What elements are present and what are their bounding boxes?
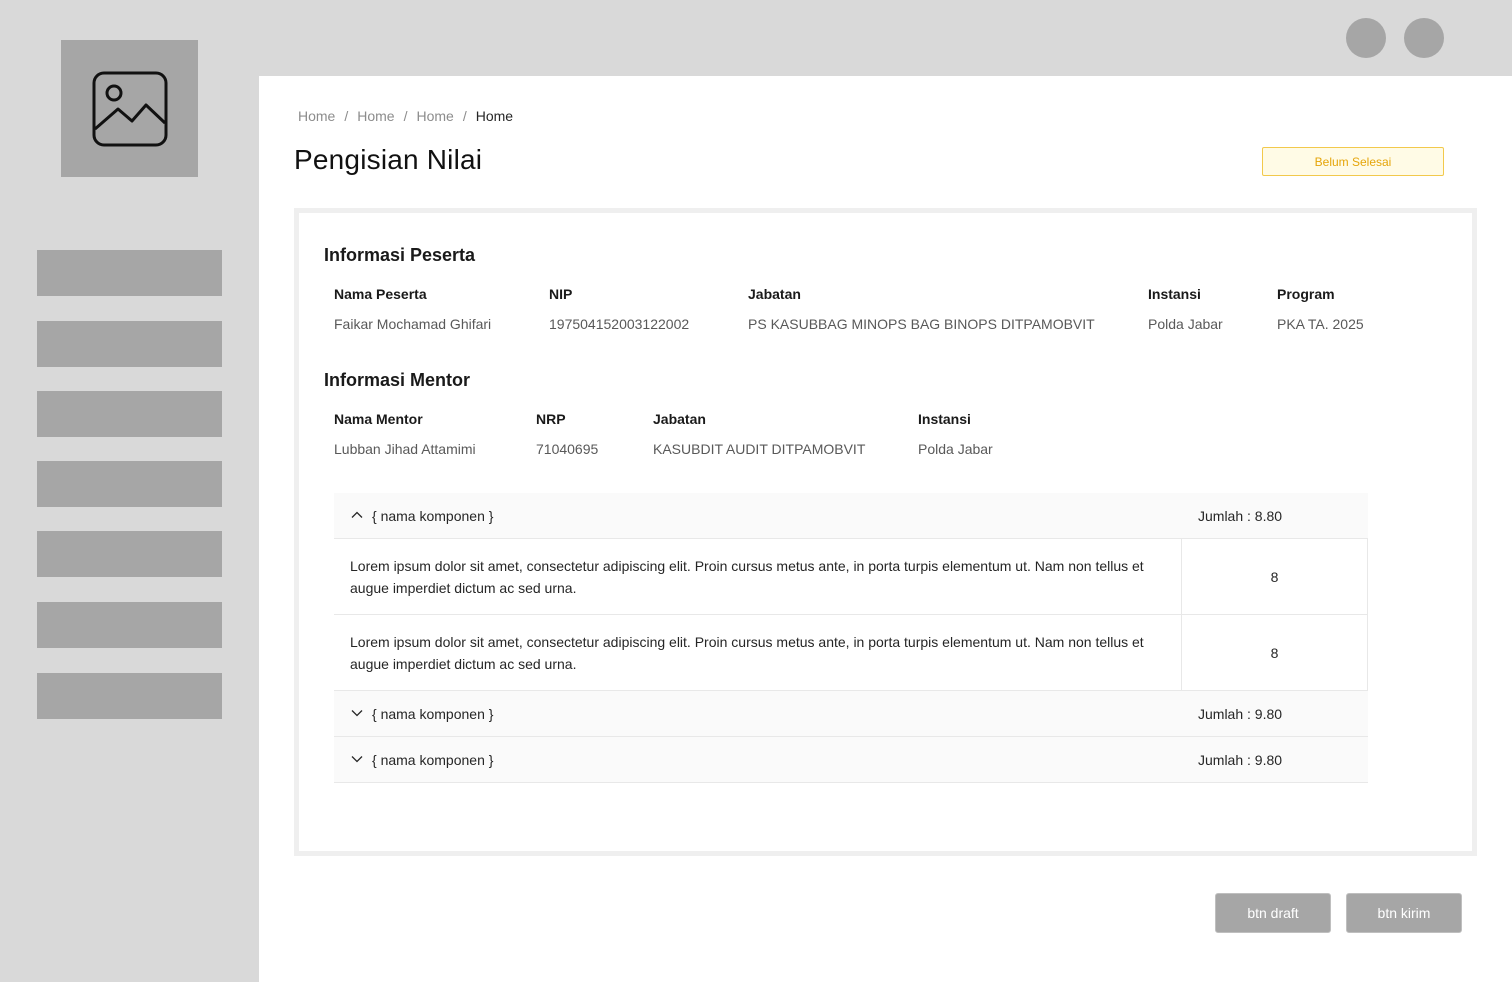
status-badge: Belum Selesai <box>1262 147 1444 176</box>
table-row: Lorem ipsum dolor sit amet, consectetur … <box>334 539 1368 615</box>
component-name: { nama komponen } <box>372 751 494 768</box>
value-nip: 197504152003122002 <box>549 316 690 332</box>
component-header[interactable]: { nama komponen } Jumlah : 8.80 <box>334 493 1368 539</box>
breadcrumb-item-1[interactable]: Home <box>298 108 335 124</box>
breadcrumb-item-3[interactable]: Home <box>417 108 454 124</box>
label-instansi-mentor: Instansi <box>918 411 971 427</box>
value-jabatan-peserta: PS KASUBBAG MINOPS BAG BINOPS DITPAMOBVI… <box>748 316 1095 332</box>
label-jabatan-peserta: Jabatan <box>748 286 801 302</box>
row-description: Lorem ipsum dolor sit amet, consectetur … <box>334 615 1182 690</box>
value-nama-mentor: Lubban Jihad Attamimi <box>334 441 476 457</box>
label-nrp: NRP <box>536 411 566 427</box>
section-title-peserta: Informasi Peserta <box>324 245 476 265</box>
label-program: Program <box>1277 286 1335 302</box>
label-nama-mentor: Nama Mentor <box>334 411 423 427</box>
sidebar-item-4[interactable] <box>37 461 222 507</box>
value-nrp: 71040695 <box>536 441 599 457</box>
component-total: Jumlah : 9.80 <box>1198 705 1283 722</box>
label-jabatan-mentor: Jabatan <box>653 411 706 427</box>
sidebar <box>0 0 259 982</box>
breadcrumb-current: Home <box>475 108 514 124</box>
label-nip: NIP <box>549 286 573 302</box>
image-placeholder-icon <box>92 71 167 146</box>
component-table: { nama komponen } Jumlah : 8.80 Lorem ip… <box>334 493 1368 783</box>
chevron-down-icon[interactable] <box>350 752 364 766</box>
sidebar-item-1[interactable] <box>37 250 222 296</box>
notification-avatar[interactable] <box>1346 18 1386 58</box>
breadcrumb: Home / Home / Home / Home <box>298 108 513 124</box>
sidebar-item-3[interactable] <box>37 391 222 437</box>
submit-button[interactable]: btn kirim <box>1346 893 1462 933</box>
component-name: { nama komponen } <box>372 705 494 722</box>
page-title: Pengisian Nilai <box>294 144 483 175</box>
component-header[interactable]: { nama komponen } Jumlah : 9.80 <box>334 737 1368 783</box>
user-avatar[interactable] <box>1404 18 1444 58</box>
logo[interactable] <box>61 40 198 177</box>
sidebar-item-7[interactable] <box>37 673 222 719</box>
row-score[interactable]: 8 <box>1182 539 1368 614</box>
label-nama-peserta: Nama Peserta <box>334 286 427 302</box>
breadcrumb-item-2[interactable]: Home <box>357 108 394 124</box>
row-description: Lorem ipsum dolor sit amet, consectetur … <box>334 539 1182 614</box>
chevron-down-icon[interactable] <box>350 706 364 720</box>
component-header[interactable]: { nama komponen } Jumlah : 9.80 <box>334 691 1368 737</box>
breadcrumb-separator: / <box>344 108 349 124</box>
value-jabatan-mentor: KASUBDIT AUDIT DITPAMOBVIT <box>653 441 866 457</box>
component-total: Jumlah : 8.80 <box>1198 507 1283 524</box>
form-card: Informasi Peserta Nama Peserta NIP Jabat… <box>294 208 1477 856</box>
value-instansi-mentor: Polda Jabar <box>918 441 993 457</box>
value-program: PKA TA. 2025 <box>1277 316 1364 332</box>
table-row: Lorem ipsum dolor sit amet, consectetur … <box>334 615 1368 691</box>
row-score[interactable]: 8 <box>1182 615 1368 690</box>
label-instansi-peserta: Instansi <box>1148 286 1201 302</box>
component-name: { nama komponen } <box>372 507 494 524</box>
breadcrumb-separator: / <box>462 108 467 124</box>
sidebar-item-2[interactable] <box>37 321 222 367</box>
sidebar-item-6[interactable] <box>37 602 222 648</box>
form-card-body: Informasi Peserta Nama Peserta NIP Jabat… <box>299 213 1472 851</box>
value-nama-peserta: Faikar Mochamad Ghifari <box>334 316 492 332</box>
breadcrumb-separator: / <box>403 108 408 124</box>
sidebar-item-5[interactable] <box>37 531 222 577</box>
draft-button[interactable]: btn draft <box>1215 893 1331 933</box>
main-content: Home / Home / Home / Home Pengisian Nila… <box>259 76 1512 982</box>
component-total: Jumlah : 9.80 <box>1198 751 1283 768</box>
value-instansi-peserta: Polda Jabar <box>1148 316 1223 332</box>
chevron-up-icon[interactable] <box>350 508 364 522</box>
section-title-mentor: Informasi Mentor <box>324 370 471 390</box>
